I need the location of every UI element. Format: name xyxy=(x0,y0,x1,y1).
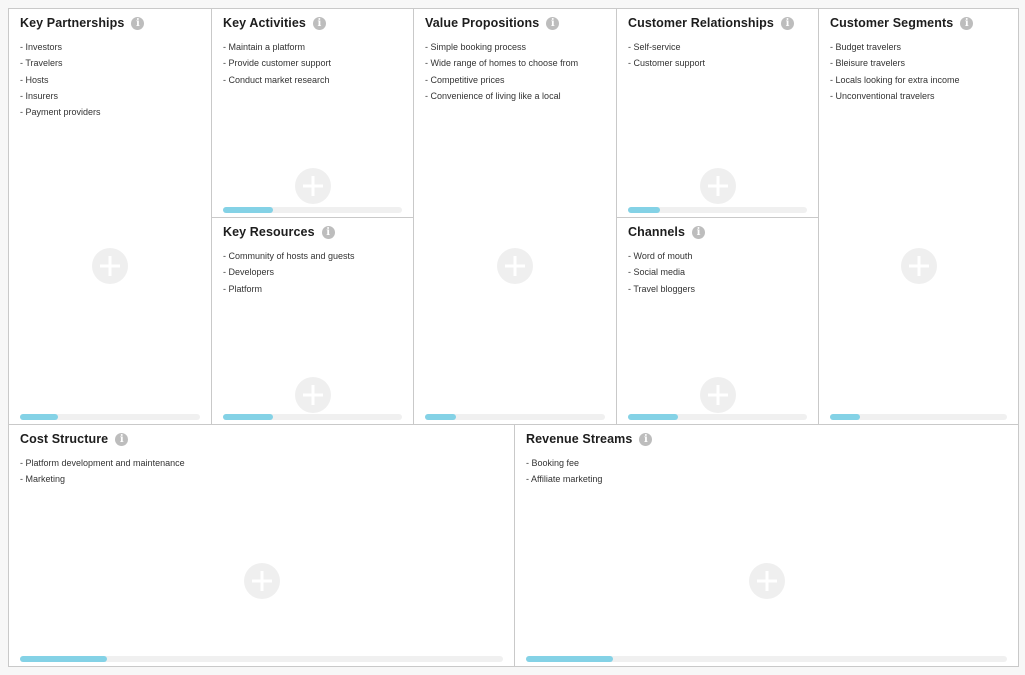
info-icon[interactable]: i xyxy=(780,16,794,30)
block-channels: Channels i - Word of mouth - Social media… xyxy=(617,218,819,425)
block-cost-structure: Cost Structure i - Platform development … xyxy=(9,425,515,666)
list-item[interactable]: - Payment providers xyxy=(20,104,101,120)
block-customer-relationships: Customer Relationships i - Self-service -… xyxy=(617,9,819,218)
block-title: Revenue Streams xyxy=(526,432,633,446)
list-item[interactable]: - Investors xyxy=(20,39,101,55)
list-item[interactable]: - Word of mouth xyxy=(628,248,695,264)
progress-fill xyxy=(425,414,456,420)
list-item[interactable]: - Wide range of homes to choose from xyxy=(425,55,578,71)
item-list: - Booking fee - Affiliate marketing xyxy=(526,455,602,488)
add-item-button[interactable] xyxy=(700,377,736,413)
progress-bar xyxy=(223,207,402,213)
add-item-button[interactable] xyxy=(92,248,128,284)
list-item[interactable]: - Locals looking for extra income xyxy=(830,72,960,88)
list-item[interactable]: - Convenience of living like a local xyxy=(425,88,578,104)
block-key-activities: Key Activities i - Maintain a platform - … xyxy=(212,9,414,218)
progress-bar xyxy=(628,414,807,420)
block-title: Key Resources xyxy=(223,225,315,239)
progress-bar xyxy=(20,656,503,662)
list-item[interactable]: - Budget travelers xyxy=(830,39,960,55)
progress-fill xyxy=(526,656,613,662)
add-item-button[interactable] xyxy=(244,563,280,599)
info-icon[interactable]: i xyxy=(115,432,129,446)
progress-bar xyxy=(830,414,1007,420)
info-icon[interactable]: i xyxy=(131,16,145,30)
item-list: - Budget travelers - Bleisure travelers - … xyxy=(830,39,960,104)
business-model-canvas: Key Partnerships i - Investors - Traveler… xyxy=(8,8,1019,667)
progress-bar xyxy=(223,414,402,420)
list-item[interactable]: - Bleisure travelers xyxy=(830,55,960,71)
list-item[interactable]: - Affiliate marketing xyxy=(526,471,602,487)
item-list: - Investors - Travelers - Hosts - Insurers -… xyxy=(20,39,101,120)
info-icon[interactable]: i xyxy=(692,225,706,239)
add-item-button[interactable] xyxy=(295,168,331,204)
list-item[interactable]: - Hosts xyxy=(20,72,101,88)
block-value-propositions: Value Propositions i - Simple booking pr… xyxy=(414,9,617,425)
add-item-button[interactable] xyxy=(295,377,331,413)
list-item[interactable]: - Travel bloggers xyxy=(628,281,695,297)
progress-fill xyxy=(20,656,107,662)
add-item-button[interactable] xyxy=(497,248,533,284)
add-item-button[interactable] xyxy=(700,168,736,204)
add-item-button[interactable] xyxy=(901,248,937,284)
block-title: Customer Relationships xyxy=(628,16,774,30)
progress-fill xyxy=(223,207,274,213)
list-item[interactable]: - Simple booking process xyxy=(425,39,578,55)
list-item[interactable]: - Conduct market research xyxy=(223,72,331,88)
block-customer-segments: Customer Segments i - Budget travelers - … xyxy=(819,9,1018,425)
item-list: - Self-service - Customer support xyxy=(628,39,705,72)
list-item[interactable]: - Self-service xyxy=(628,39,705,55)
info-icon[interactable]: i xyxy=(312,16,326,30)
info-icon[interactable]: i xyxy=(321,225,335,239)
block-title: Customer Segments xyxy=(830,16,954,30)
progress-fill xyxy=(223,414,274,420)
list-item[interactable]: - Developers xyxy=(223,264,355,280)
list-item[interactable]: - Insurers xyxy=(20,88,101,104)
item-list: - Simple booking process - Wide range of … xyxy=(425,39,578,104)
item-list: - Community of hosts and guests - Develop… xyxy=(223,248,355,297)
list-item[interactable]: - Platform xyxy=(223,281,355,297)
item-list: - Platform development and maintenance - … xyxy=(20,455,185,488)
block-title: Value Propositions xyxy=(425,16,540,30)
list-item[interactable]: - Competitive prices xyxy=(425,72,578,88)
progress-fill xyxy=(20,414,58,420)
list-item[interactable]: - Marketing xyxy=(20,471,185,487)
progress-bar xyxy=(526,656,1007,662)
item-list: - Word of mouth - Social media - Travel bl… xyxy=(628,248,695,297)
block-key-partnerships: Key Partnerships i - Investors - Traveler… xyxy=(9,9,212,425)
list-item[interactable]: - Booking fee xyxy=(526,455,602,471)
block-title: Channels xyxy=(628,225,686,239)
list-item[interactable]: - Maintain a platform xyxy=(223,39,331,55)
list-item[interactable]: - Platform development and maintenance xyxy=(20,455,185,471)
list-item[interactable]: - Community of hosts and guests xyxy=(223,248,355,264)
info-icon[interactable]: i xyxy=(960,16,974,30)
info-icon[interactable]: i xyxy=(546,16,560,30)
list-item[interactable]: - Unconventional travelers xyxy=(830,88,960,104)
progress-fill xyxy=(628,207,661,213)
list-item[interactable]: - Social media xyxy=(628,264,695,280)
list-item[interactable]: - Travelers xyxy=(20,55,101,71)
progress-fill xyxy=(628,414,679,420)
info-icon[interactable]: i xyxy=(639,432,653,446)
progress-fill xyxy=(830,414,861,420)
list-item[interactable]: - Provide customer support xyxy=(223,55,331,71)
add-item-button[interactable] xyxy=(749,563,785,599)
block-title: Cost Structure xyxy=(20,432,109,446)
block-title: Key Activities xyxy=(223,16,306,30)
list-item[interactable]: - Customer support xyxy=(628,55,705,71)
item-list: - Maintain a platform - Provide customer … xyxy=(223,39,331,88)
progress-bar xyxy=(20,414,200,420)
progress-bar xyxy=(628,207,807,213)
block-key-resources: Key Resources i - Community of hosts and… xyxy=(212,218,414,425)
block-revenue-streams: Revenue Streams i - Booking fee - Affilia… xyxy=(515,425,1018,666)
block-title: Key Partnerships xyxy=(20,16,125,30)
progress-bar xyxy=(425,414,605,420)
